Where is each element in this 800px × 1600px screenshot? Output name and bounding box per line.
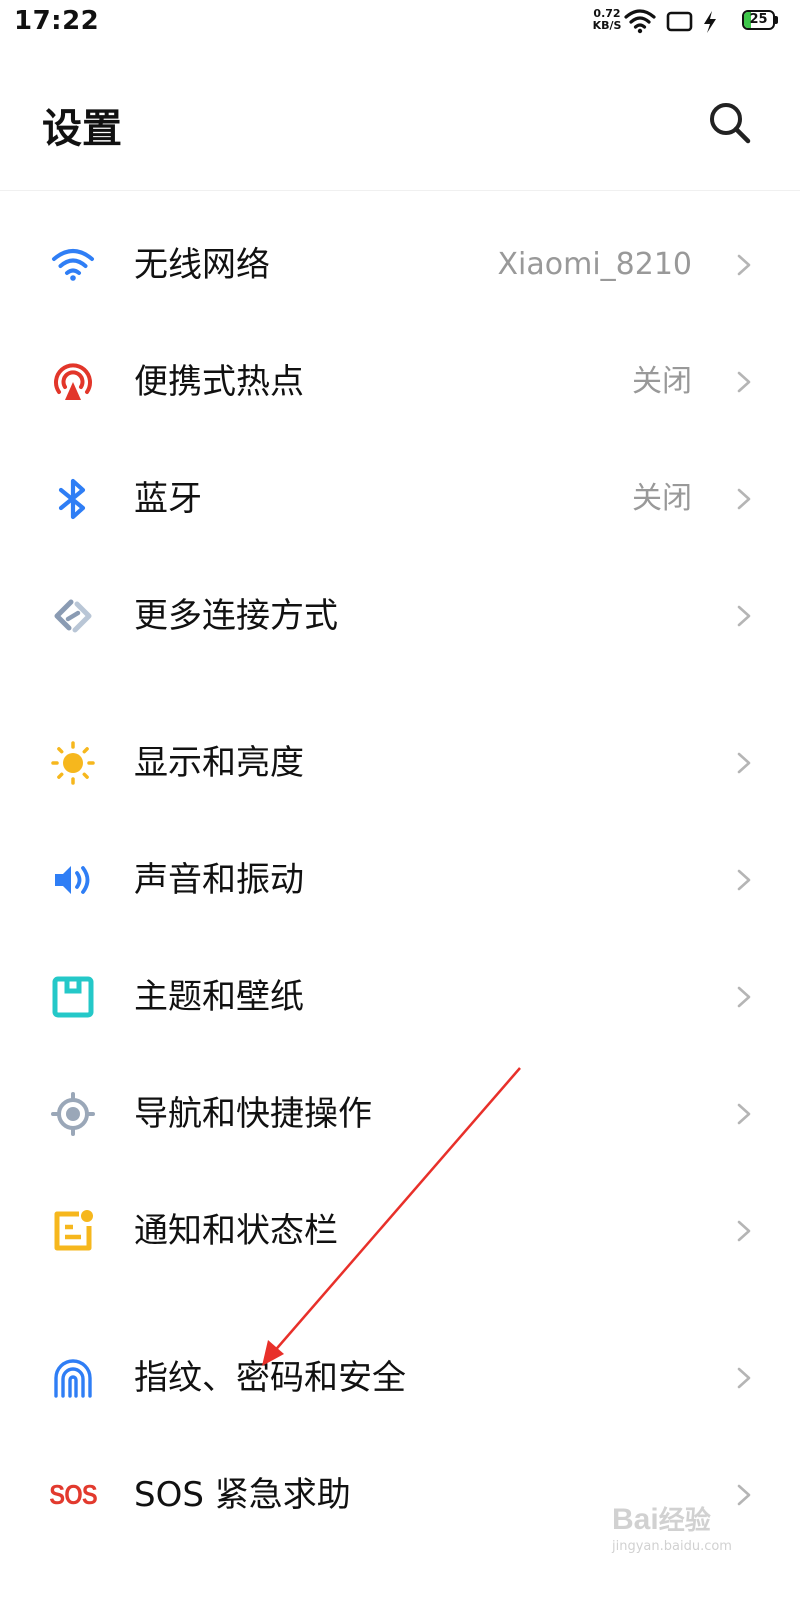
more-connections-icon bbox=[50, 593, 96, 639]
setting-hotspot[interactable]: 便携式热点 关闭 bbox=[0, 327, 800, 437]
chevron-right-icon bbox=[737, 1367, 751, 1389]
page-title: 设置 bbox=[42, 106, 122, 152]
setting-label: 便携式热点 bbox=[134, 362, 304, 402]
navigation-icon bbox=[50, 1091, 96, 1137]
chevron-right-icon bbox=[737, 986, 751, 1008]
baidu-jingyan-watermark: Bai经验 jingyan.baidu.com bbox=[612, 1500, 762, 1580]
screen-rotate-icon bbox=[666, 11, 693, 32]
wifi-icon bbox=[50, 242, 96, 288]
bluetooth-icon bbox=[50, 476, 96, 522]
hotspot-icon bbox=[50, 359, 96, 405]
setting-label: 导航和快捷操作 bbox=[134, 1094, 372, 1134]
setting-navigation-shortcuts[interactable]: 导航和快捷操作 bbox=[0, 1059, 800, 1169]
chevron-right-icon bbox=[737, 371, 751, 393]
setting-wifi[interactable]: 无线网络 Xiaomi_8210 bbox=[0, 210, 800, 320]
setting-label: SOS 紧急求助 bbox=[134, 1475, 351, 1515]
battery-level: 25 bbox=[749, 12, 768, 27]
network-speed-unit: KB/S bbox=[592, 19, 622, 32]
setting-bluetooth[interactable]: 蓝牙 关闭 bbox=[0, 444, 800, 554]
setting-theme-wallpaper[interactable]: 主题和壁纸 bbox=[0, 942, 800, 1052]
status-bar: 17:22 0.72 KB/S 25 bbox=[0, 0, 800, 44]
setting-label: 显示和亮度 bbox=[134, 743, 304, 783]
chevron-right-icon bbox=[737, 752, 751, 774]
watermark-brand: Bai经验 bbox=[612, 1503, 711, 1536]
sound-icon bbox=[50, 857, 96, 903]
charging-icon bbox=[704, 11, 716, 33]
battery-icon: 25 bbox=[742, 10, 780, 32]
setting-label: 更多连接方式 bbox=[134, 596, 338, 636]
watermark-site: jingyan.baidu.com bbox=[612, 1539, 732, 1554]
brightness-icon bbox=[50, 740, 96, 786]
fingerprint-icon bbox=[50, 1355, 96, 1401]
chevron-right-icon bbox=[737, 1220, 751, 1242]
wifi-icon bbox=[624, 9, 656, 34]
network-speed: 0.72 KB/S bbox=[590, 8, 624, 32]
setting-label: 蓝牙 bbox=[134, 479, 202, 519]
notification-icon bbox=[50, 1208, 96, 1254]
setting-label: 指纹、密码和安全 bbox=[134, 1358, 406, 1398]
sos-icon-text: SOS bbox=[49, 1479, 98, 1510]
theme-icon bbox=[50, 974, 96, 1020]
setting-notifications-statusbar[interactable]: 通知和状态栏 bbox=[0, 1176, 800, 1286]
chevron-right-icon bbox=[737, 254, 751, 276]
setting-more-connections[interactable]: 更多连接方式 bbox=[0, 561, 800, 671]
setting-label: 主题和壁纸 bbox=[134, 977, 304, 1017]
chevron-right-icon bbox=[737, 488, 751, 510]
status-time: 17:22 bbox=[14, 6, 100, 36]
setting-value: 关闭 bbox=[632, 364, 692, 399]
setting-value: 关闭 bbox=[632, 481, 692, 516]
setting-label: 声音和振动 bbox=[134, 860, 304, 900]
setting-fingerprint-password-security[interactable]: 指纹、密码和安全 bbox=[0, 1323, 800, 1433]
sos-icon: SOS bbox=[49, 1472, 98, 1518]
search-icon[interactable] bbox=[706, 99, 754, 147]
chevron-right-icon bbox=[737, 605, 751, 627]
setting-sound-vibration[interactable]: 声音和振动 bbox=[0, 825, 800, 935]
setting-value: Xiaomi_8210 bbox=[497, 247, 692, 282]
setting-label: 无线网络 bbox=[134, 245, 270, 285]
page-header: 设置 bbox=[0, 44, 800, 191]
chevron-right-icon bbox=[737, 869, 751, 891]
setting-display-brightness[interactable]: 显示和亮度 bbox=[0, 708, 800, 818]
chevron-right-icon bbox=[737, 1103, 751, 1125]
setting-label: 通知和状态栏 bbox=[134, 1211, 338, 1251]
